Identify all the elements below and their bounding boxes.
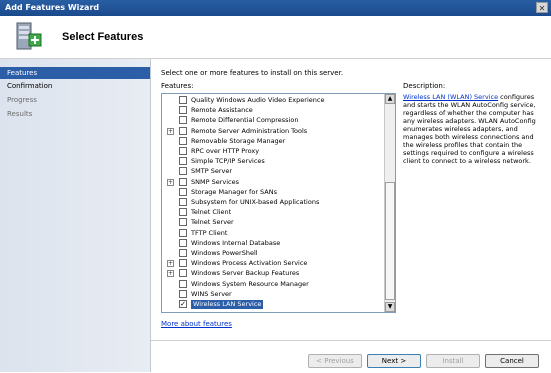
feature-checkbox[interactable]	[179, 116, 187, 125]
feature-label: Windows System Resource Manager	[191, 279, 309, 288]
expand-icon[interactable]: +	[167, 178, 174, 186]
next-button[interactable]: Next >	[367, 354, 421, 368]
feature-checkbox[interactable]	[179, 167, 187, 176]
title-bar[interactable]: Add Features Wizard ✕	[0, 0, 551, 16]
feature-checkbox[interactable]	[179, 157, 187, 166]
scroll-thumb[interactable]	[385, 182, 395, 300]
step-confirmation[interactable]: Confirmation	[0, 80, 150, 92]
expand-icon[interactable]: +	[167, 270, 174, 278]
step-features[interactable]: Features	[0, 67, 150, 79]
scroll-down-button[interactable]: ▼	[385, 302, 395, 312]
feature-checkbox[interactable]	[179, 279, 187, 288]
feature-row[interactable]: Windows Internal Database	[162, 238, 384, 249]
feature-label: Windows Process Activation Service	[191, 259, 308, 268]
feature-row[interactable]: Quality Windows Audio Video Experience	[162, 96, 384, 106]
feature-label: Windows Internal Database	[191, 238, 281, 247]
install-button[interactable]: Install	[426, 354, 480, 368]
feature-checkbox[interactable]	[179, 147, 187, 155]
feature-label: Telnet Server	[191, 218, 234, 227]
feature-row[interactable]: WINS Server	[162, 289, 384, 300]
feature-row[interactable]: TFTP Client	[162, 228, 384, 239]
feature-label: RPC over HTTP Proxy	[191, 147, 260, 155]
feature-checkbox[interactable]	[179, 208, 187, 217]
feature-checkbox[interactable]	[179, 126, 187, 135]
feature-row[interactable]: Remote Differential Compression	[162, 116, 384, 126]
feature-checkbox[interactable]	[179, 187, 187, 196]
feature-row[interactable]: Removable Storage Manager	[162, 136, 384, 147]
feature-checkbox[interactable]	[179, 177, 187, 186]
feature-checkbox[interactable]	[179, 96, 187, 104]
description-label: Description:	[403, 82, 446, 90]
close-button[interactable]: ✕	[536, 2, 548, 13]
page-title: Select Features	[62, 31, 144, 43]
feature-label: Wireless LAN Service	[191, 300, 264, 309]
more-about-features-link[interactable]: More about features	[161, 320, 232, 328]
feature-label: SMTP Server	[191, 167, 233, 176]
feature-row[interactable]: + SNMP Services	[162, 177, 384, 188]
feature-row[interactable]: SMTP Server	[162, 167, 384, 177]
feature-label: Windows Server Backup Features	[191, 269, 300, 278]
feature-checkbox[interactable]	[179, 289, 187, 298]
feature-checkbox[interactable]	[179, 198, 187, 206]
previous-button[interactable]: < Previous	[308, 354, 362, 368]
feature-checkbox[interactable]	[179, 269, 187, 278]
feature-row[interactable]: ✓ Wireless LAN Service	[162, 300, 384, 310]
feature-label: Telnet Client	[191, 208, 232, 217]
feature-label: Remote Differential Compression	[191, 116, 299, 125]
feature-row[interactable]: + Windows Process Activation Service	[162, 259, 384, 269]
feature-checkbox[interactable]	[179, 259, 187, 268]
feature-label: WINS Server	[191, 289, 232, 298]
add-features-wizard-window: Add Features Wizard ✕ Select Features Fe…	[0, 0, 551, 372]
cancel-button[interactable]: Cancel	[485, 354, 539, 368]
feature-label: TFTP Client	[191, 228, 228, 237]
main-panel: Select one or more features to install o…	[151, 59, 551, 372]
feature-label: Remote Server Administration Tools	[191, 126, 308, 135]
instruction-text: Select one or more features to install o…	[161, 69, 344, 77]
description-feature-link[interactable]: Wireless LAN (WLAN) Service	[403, 93, 498, 101]
feature-row[interactable]: Storage Manager for SANs	[162, 187, 384, 198]
features-list[interactable]: Quality Windows Audio Video Experience Re…	[161, 93, 396, 313]
feature-label: Remote Assistance	[191, 106, 253, 115]
feature-checkbox[interactable]	[179, 106, 187, 115]
feature-label: Subsystem for UNIX-based Applications	[191, 198, 320, 206]
window-title: Add Features Wizard	[5, 3, 100, 12]
server-features-icon	[16, 22, 42, 50]
expand-icon[interactable]: +	[167, 127, 174, 135]
scroll-up-button[interactable]: ▲	[385, 94, 395, 104]
feature-checkbox[interactable]: ✓	[179, 300, 187, 308]
feature-row[interactable]: Telnet Server	[162, 218, 384, 228]
features-scrollbar[interactable]: ▲ ▼	[384, 94, 395, 312]
wizard-footer: < Previous Next > Install Cancel	[151, 340, 551, 373]
feature-label: Windows PowerShell	[191, 249, 258, 257]
wizard-steps-sidebar: Features Confirmation Progress Results	[0, 59, 151, 372]
feature-label: Storage Manager for SANs	[191, 187, 278, 196]
feature-checkbox[interactable]	[179, 238, 187, 247]
feature-checkbox[interactable]	[179, 218, 187, 227]
feature-row[interactable]: Subsystem for UNIX-based Applications	[162, 198, 384, 208]
expand-icon[interactable]: +	[167, 260, 174, 268]
feature-row[interactable]: RPC over HTTP Proxy	[162, 147, 384, 157]
feature-row[interactable]: + Remote Server Administration Tools	[162, 126, 384, 137]
wizard-header: Select Features	[0, 16, 551, 59]
features-label: Features:	[161, 82, 194, 90]
feature-checkbox[interactable]	[179, 228, 187, 237]
feature-checkbox[interactable]	[179, 249, 187, 257]
feature-checkbox[interactable]	[179, 136, 187, 145]
feature-row[interactable]: Windows System Resource Manager	[162, 279, 384, 290]
feature-label: Removable Storage Manager	[191, 136, 286, 145]
description-body: configures and starts the WLAN AutoConfi…	[403, 93, 536, 165]
feature-row[interactable]: Telnet Client	[162, 208, 384, 218]
feature-row[interactable]: Remote Assistance	[162, 106, 384, 116]
feature-row[interactable]: Windows PowerShell	[162, 249, 384, 259]
feature-row[interactable]: Simple TCP/IP Services	[162, 157, 384, 167]
feature-row[interactable]: + Windows Server Backup Features	[162, 269, 384, 279]
step-results: Results	[7, 110, 33, 118]
feature-label: SNMP Services	[191, 177, 239, 186]
feature-label: Quality Windows Audio Video Experience	[191, 96, 325, 104]
feature-label: Simple TCP/IP Services	[191, 157, 265, 166]
step-progress: Progress	[7, 96, 37, 104]
description-text: Wireless LAN (WLAN) Service configures a…	[403, 93, 546, 165]
